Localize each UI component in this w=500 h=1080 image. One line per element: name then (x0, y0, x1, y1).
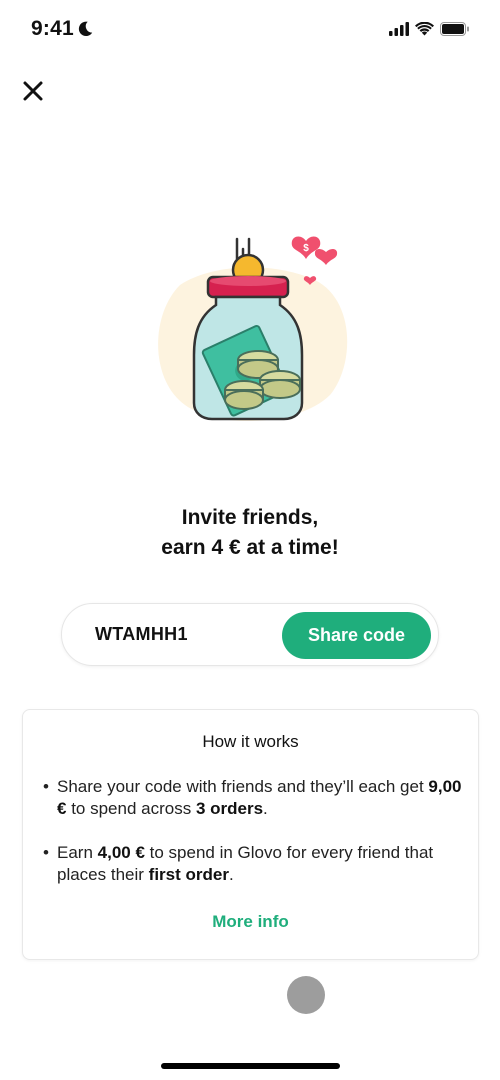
bullet-segment: Share your code with friends and they’ll… (57, 777, 429, 796)
share-code-button[interactable]: Share code (282, 612, 431, 659)
status-bar: 9:41 (0, 0, 500, 60)
how-it-works-bullet: • Share your code with friends and they’… (43, 776, 463, 820)
moon-icon (78, 21, 93, 37)
how-it-works-card: How it works • Share your code with frie… (22, 709, 479, 960)
piggy-jar-illustration: $ (158, 236, 348, 422)
bullet-segment: to spend across (66, 799, 196, 818)
close-button[interactable] (18, 76, 48, 106)
more-info-link[interactable]: More info (23, 912, 478, 932)
bullet-text: Earn 4,00 € to spend in Glovo for every … (57, 842, 463, 886)
title-line-1: Invite friends, (181, 506, 319, 529)
bullet-dot: • (43, 777, 49, 796)
title-line-2: earn 4 € at a time! (161, 536, 339, 559)
referral-code[interactable]: WTAMHH1 (95, 624, 188, 645)
dollar-icon: $ (303, 243, 309, 254)
bullet-segment: . (228, 865, 234, 884)
close-icon (23, 81, 43, 101)
wifi-icon (415, 22, 434, 36)
bullet-highlight: 3 orders (195, 799, 264, 818)
how-it-works-title: How it works (202, 732, 299, 751)
bullet-highlight: first order (148, 865, 229, 884)
battery-icon (440, 22, 469, 36)
touch-indicator (287, 976, 325, 1014)
bullet-dot: • (43, 843, 49, 862)
bullet-segment: Earn (57, 843, 98, 862)
bullet-segment: . (263, 799, 268, 818)
how-it-works-bullet: • Earn 4,00 € to spend in Glovo for ever… (43, 842, 463, 886)
status-time: 9:41 (31, 17, 74, 40)
referral-code-box: WTAMHH1 Share code (61, 603, 439, 666)
bullet-text: Share your code with friends and they’ll… (57, 776, 463, 820)
bullet-highlight: 4,00 € (97, 843, 145, 862)
page-title: Invite friends, earn 4 € at a time! (0, 503, 500, 563)
status-icons (389, 22, 470, 36)
signal-icon (389, 22, 409, 36)
home-indicator[interactable] (161, 1063, 340, 1069)
